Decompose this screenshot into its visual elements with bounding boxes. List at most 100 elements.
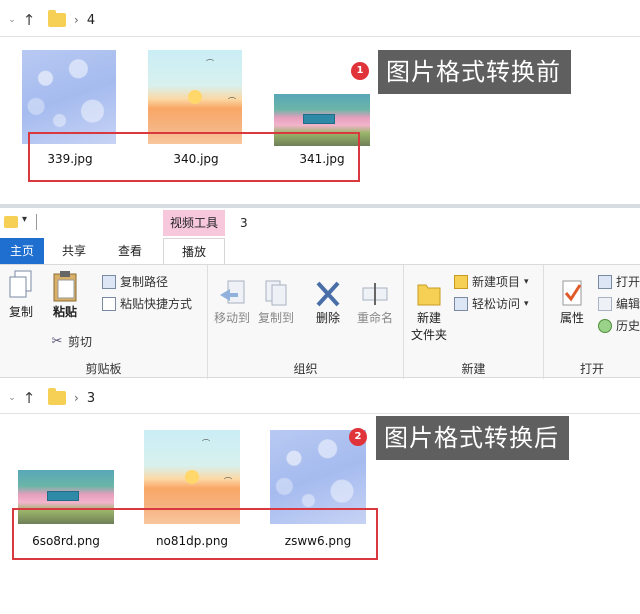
divider: [36, 214, 37, 230]
address-bar[interactable]: ⌄ ↑ › 3: [0, 384, 640, 412]
sign-graphic: [46, 490, 80, 502]
chevron-down-icon[interactable]: ⌄: [4, 393, 20, 403]
history-label: 历史: [616, 319, 640, 333]
explorer-window-before: ⌄ ↑ › 4 ⌒ ⌒ 339.jpg 340.jpg 341.jpg 1 图片…: [0, 0, 640, 206]
cut-button[interactable]: ✂ 剪切: [50, 333, 92, 350]
properties-button[interactable]: 属性: [550, 279, 594, 326]
paste-label: 粘贴: [52, 305, 77, 319]
rename-button[interactable]: 重命名: [350, 279, 400, 326]
delete-label: 删除: [315, 311, 340, 325]
group-label: 打开: [579, 362, 604, 376]
chevron-down-icon: ▾: [524, 298, 529, 309]
context-tab-video-tools: 视频工具: [163, 210, 225, 236]
tab-view[interactable]: 查看: [108, 238, 152, 264]
folder-icon: [48, 388, 66, 405]
quick-access-dropdown-icon[interactable]: ▾: [22, 214, 27, 225]
copy-button[interactable]: 复制: [4, 269, 38, 320]
new-folder-label-line2: 文件夹: [410, 328, 447, 342]
new-folder-label-line1: 新建: [416, 311, 441, 325]
bird-icon: ⌒: [228, 97, 236, 106]
explorer-window-after: ▾ 视频工具 3 主页 共享 查看 播放 复制 粘贴 复制路径 粘贴快捷方式 ✂…: [0, 208, 640, 614]
chevron-down-icon[interactable]: ⌄: [4, 15, 20, 25]
properties-icon: [562, 280, 582, 306]
easy-access-icon: [454, 296, 468, 311]
group-organize: 移动到 复制到 删除 重命名 组织: [208, 265, 404, 379]
address-path[interactable]: 3: [87, 391, 95, 406]
sign-graphic: [302, 113, 336, 125]
copy-to-button[interactable]: 复制到: [254, 279, 298, 326]
copy-to-label: 复制到: [257, 311, 294, 325]
move-to-icon: [220, 280, 245, 304]
group-label: 剪贴板: [85, 362, 122, 376]
file-thumbnail[interactable]: [22, 50, 116, 144]
edit-label: 编辑: [616, 297, 640, 311]
address-path[interactable]: 4: [87, 13, 95, 28]
move-to-button[interactable]: 移动到: [210, 279, 254, 326]
copy-to-icon: [265, 280, 287, 306]
paste-shortcut-icon: [102, 296, 116, 311]
rename-label: 重命名: [356, 311, 393, 325]
bird-icon: ⌒: [206, 59, 214, 68]
copy-icon: [9, 270, 32, 298]
tab-home[interactable]: 主页: [0, 238, 44, 264]
callout-label: 图片格式转换后: [376, 416, 569, 460]
group-label: 组织: [293, 362, 318, 376]
scissors-icon: ✂: [51, 333, 63, 349]
group-clipboard: 复制 粘贴 复制路径 粘贴快捷方式 ✂ 剪切 剪贴板: [0, 265, 208, 379]
new-folder-button[interactable]: 新建 文件夹: [406, 279, 452, 343]
open-label: 打开: [616, 275, 640, 289]
bird-icon: ⌒: [202, 439, 210, 448]
history-button[interactable]: 历史: [598, 317, 640, 334]
bird-icon: ⌒: [224, 477, 232, 486]
copy-label: 复制: [8, 305, 33, 319]
copy-path-label: 复制路径: [120, 275, 169, 289]
open-button[interactable]: 打开: [598, 273, 640, 290]
folder-icon: [48, 10, 66, 27]
easy-access-button[interactable]: 轻松访问 ▾: [454, 295, 529, 312]
divider: [0, 413, 640, 414]
new-item-button[interactable]: 新建项目 ▾: [454, 273, 529, 290]
step-badge: 1: [351, 62, 369, 80]
history-icon: [598, 318, 612, 333]
move-to-label: 移动到: [213, 311, 250, 325]
tab-play[interactable]: 播放: [163, 238, 225, 264]
folder-icon: [4, 216, 18, 228]
paste-shortcut-label: 粘贴快捷方式: [120, 297, 193, 311]
group-open: 属性 打开 编辑 历史 打开: [544, 265, 640, 379]
new-item-label: 新建项目: [472, 275, 521, 289]
properties-label: 属性: [559, 311, 584, 325]
sun-graphic: [185, 470, 199, 484]
up-arrow-icon[interactable]: ↑: [20, 11, 38, 29]
address-bar[interactable]: ⌄ ↑ › 4: [0, 6, 640, 34]
paste-shortcut-button[interactable]: 粘贴快捷方式: [102, 295, 192, 312]
new-item-icon: [454, 274, 468, 289]
group-new: 新建 文件夹 新建项目 ▾ 轻松访问 ▾ 新建: [404, 265, 544, 379]
cut-label: 剪切: [68, 335, 93, 349]
paste-icon: [53, 271, 77, 302]
delete-button[interactable]: 删除: [308, 279, 348, 326]
edit-button[interactable]: 编辑: [598, 295, 640, 312]
divider: [0, 36, 640, 37]
sun-graphic: [188, 90, 202, 104]
group-label: 新建: [461, 362, 486, 376]
window-title: 3: [240, 216, 248, 230]
new-folder-icon: [417, 284, 441, 306]
copy-path-icon: [102, 274, 116, 289]
up-arrow-icon[interactable]: ↑: [20, 389, 38, 407]
ribbon: 复制 粘贴 复制路径 粘贴快捷方式 ✂ 剪切 剪贴板 移动到 复制到 删除 重命…: [0, 264, 640, 379]
open-icon: [598, 274, 612, 289]
file-thumbnail[interactable]: ⌒ ⌒: [148, 50, 242, 144]
chevron-right-icon: ›: [74, 391, 79, 405]
chevron-right-icon: ›: [74, 13, 79, 27]
tab-share[interactable]: 共享: [52, 238, 96, 264]
copy-path-button[interactable]: 复制路径: [102, 273, 168, 290]
rename-icon: [362, 283, 388, 305]
easy-access-label: 轻松访问: [472, 297, 521, 311]
step-badge: 2: [349, 428, 367, 446]
title-bar: ▾ 视频工具 3: [0, 208, 640, 238]
paste-button[interactable]: 粘贴: [46, 269, 84, 320]
chevron-down-icon: ▾: [524, 276, 529, 287]
ribbon-tabs: 主页 共享 查看 播放: [0, 238, 640, 264]
edit-icon: [598, 296, 612, 311]
highlight-box: [28, 132, 360, 182]
